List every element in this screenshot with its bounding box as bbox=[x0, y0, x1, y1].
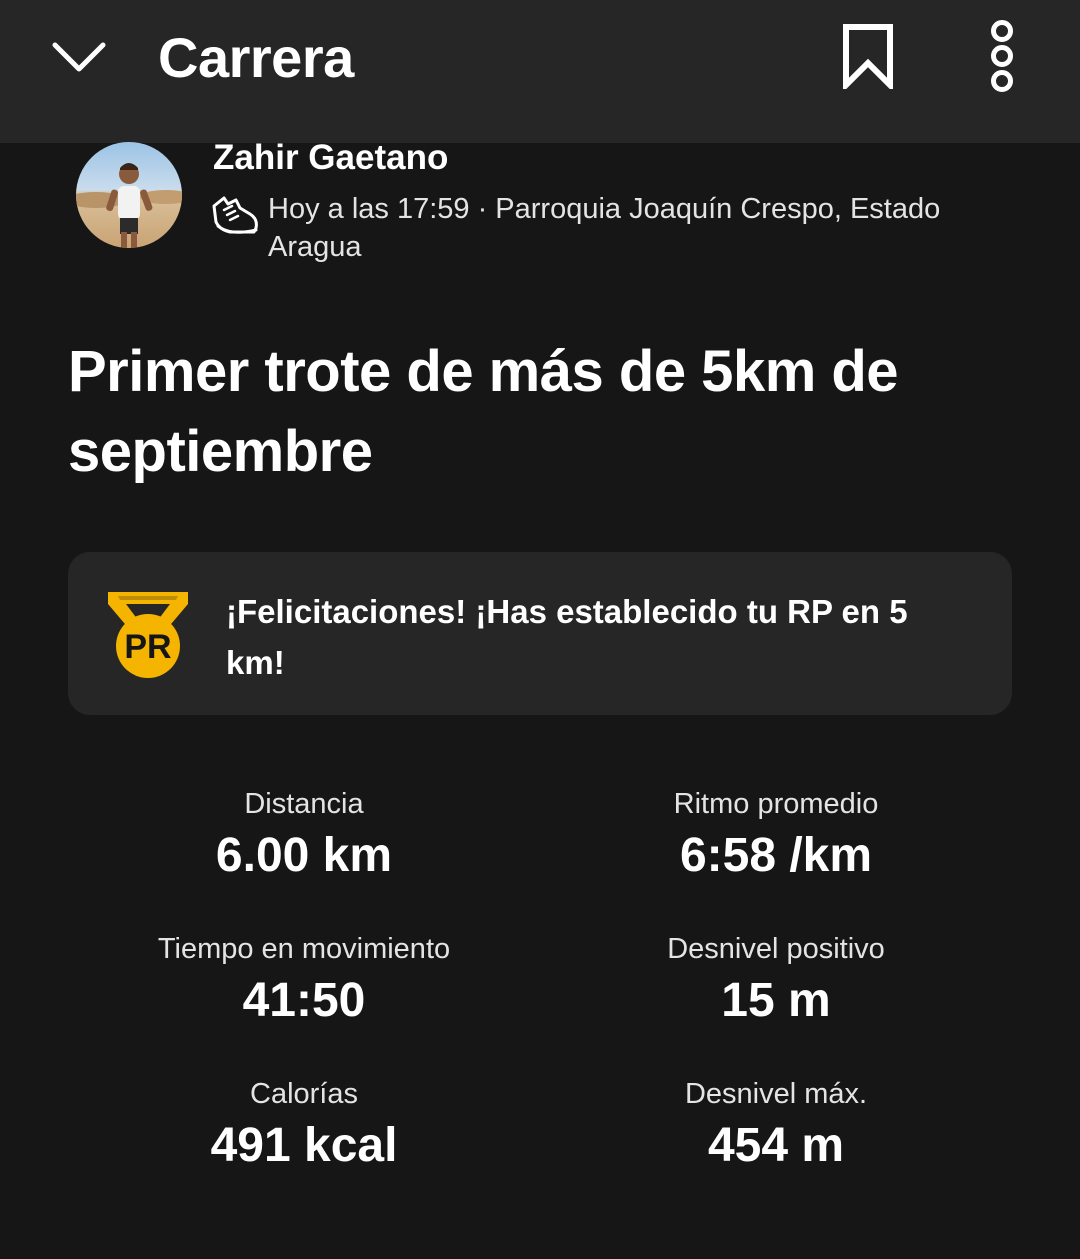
stat-label: Desnivel máx. bbox=[684, 1078, 868, 1110]
stat-max-elevation: Desnivel máx. 454 m bbox=[566, 1076, 986, 1176]
bookmark-icon bbox=[843, 24, 893, 89]
more-options-button[interactable] bbox=[972, 16, 1032, 96]
athlete-avatar[interactable] bbox=[76, 142, 182, 248]
activity-detail-screen: Carrera Zahir Gaetano Hoy a las 17:59 · … bbox=[0, 0, 1080, 1259]
stat-average-pace: Ritmo promedio 6:58 /km bbox=[566, 786, 986, 886]
stat-label: Ritmo promedio bbox=[673, 788, 879, 820]
stat-distance: Distancia 6.00 km bbox=[94, 786, 514, 886]
bookmark-button[interactable] bbox=[834, 18, 902, 94]
avatar-photo bbox=[76, 142, 182, 248]
stat-label: Calorías bbox=[250, 1078, 358, 1110]
stat-label: Tiempo en movimiento bbox=[157, 933, 451, 965]
pr-banner-text: ¡Felicitaciones! ¡Has establecido tu RP … bbox=[226, 593, 908, 681]
athlete-name[interactable]: Zahir Gaetano bbox=[213, 137, 448, 179]
running-shoe-icon bbox=[212, 196, 258, 234]
page-title: Carrera bbox=[158, 26, 354, 89]
back-button[interactable] bbox=[44, 26, 114, 88]
stat-moving-time: Tiempo en movimiento 41:50 bbox=[94, 931, 514, 1031]
stat-value: 6.00 km bbox=[215, 829, 393, 882]
stat-value: 454 m bbox=[707, 1119, 845, 1172]
stat-elevation-gain: Desnivel positivo 15 m bbox=[566, 931, 986, 1031]
activity-meta: Hoy a las 17:59 · Parroquia Joaquín Cres… bbox=[268, 193, 941, 263]
chevron-down-icon bbox=[52, 42, 106, 72]
stat-value: 15 m bbox=[721, 974, 831, 1027]
top-app-bar: Carrera bbox=[0, 0, 1080, 143]
pr-medal-icon: PR bbox=[108, 592, 188, 678]
stat-value: 491 kcal bbox=[210, 1119, 398, 1172]
activity-title: Primer trote de más de 5km de septiembre bbox=[68, 339, 899, 484]
stat-label: Distancia bbox=[244, 788, 364, 820]
pr-medal-label: PR bbox=[124, 628, 171, 666]
stat-label: Desnivel positivo bbox=[667, 933, 885, 965]
stat-value: 41:50 bbox=[242, 974, 366, 1027]
pr-banner[interactable]: PR ¡Felicitaciones! ¡Has establecido tu … bbox=[68, 552, 1012, 715]
stat-value: 6:58 /km bbox=[679, 829, 873, 882]
stat-calories: Calorías 491 kcal bbox=[94, 1076, 514, 1176]
more-vertical-icon bbox=[991, 20, 1013, 92]
